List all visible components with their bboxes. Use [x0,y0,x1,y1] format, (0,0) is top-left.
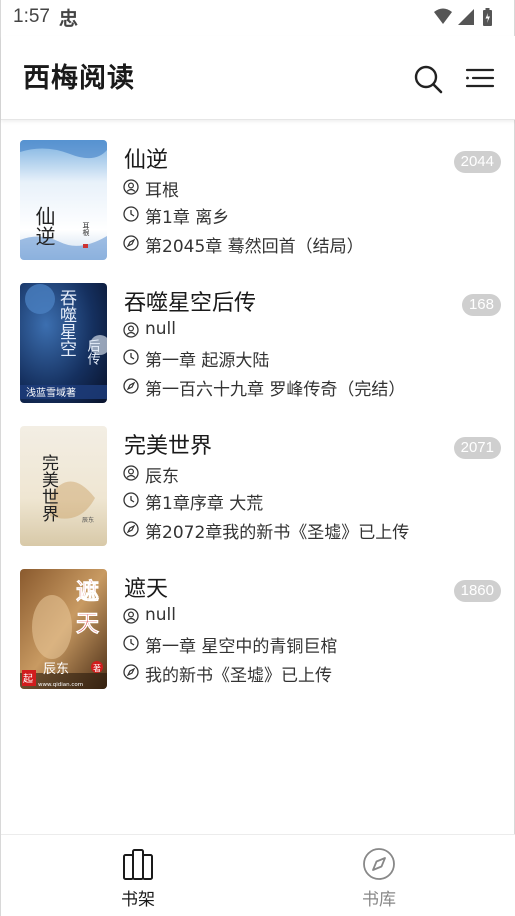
book-latest-chapter: 第2045章 蓦然回首（结局） [145,237,364,257]
app-title: 西梅阅读 [23,63,135,94]
unread-count-badge: 2044 [453,151,501,173]
clock-icon [123,206,139,222]
nav-label-bookshelf: 书架 [121,890,155,910]
book-title: 遮天 [124,577,169,602]
svg-text:耳根: 耳根 [82,222,90,237]
book-item[interactable]: 吞噬星空 后传 浅蓝雪域著 吞噬星空后传 null 第一章 起源大陆 第一百六十… [1,265,515,408]
svg-text:辰东: 辰东 [82,516,94,524]
cover-title: 遮 [76,578,99,605]
book-latest-chapter: 我的新书《圣墟》已上传 [145,666,332,686]
book-latest-chapter: 第2072章我的新书《圣墟》已上传 [145,523,410,543]
cover-title: 完美世界 [38,454,59,522]
clock-icon [123,635,139,651]
book-author: 耳根 [145,181,179,201]
book-item[interactable]: 遮 天 辰东 著 起 www.qidian.com 遮天 null 第一章 星空 [1,551,515,694]
compass-icon [363,848,395,880]
svg-text:www.qidian.com: www.qidian.com [38,682,83,688]
compass-icon [123,521,139,537]
cover-title: 仙逆 [32,206,56,246]
svg-text:天: 天 [76,610,100,637]
app-frame: 1:57 忠 西梅阅读 仙逆 耳根 仙逆 耳根 第1章 离乡 第2045章 蓦然… [0,0,515,916]
svg-text:浅蓝雪域著: 浅蓝雪域著 [26,386,76,399]
status-notification-icon: 忠 [59,8,79,30]
book-author: null [145,605,176,625]
book-cover: 吞噬星空 后传 浅蓝雪域著 [20,283,107,403]
compass-icon [123,664,139,680]
unread-count-badge: 1860 [453,580,501,602]
user-icon [123,322,139,338]
book-author: 辰东 [145,467,179,487]
svg-text:后传: 后传 [85,339,101,365]
book-first-chapter: 第1章 离乡 [145,208,230,228]
book-cover: 完美世界 辰东 [20,426,107,546]
user-icon [123,608,139,624]
book-title: 吞噬星空后传 [124,291,257,316]
book-item[interactable]: 完美世界 辰东 完美世界 辰东 第1章序章 大荒 第2072章我的新书《圣墟》已… [1,408,515,551]
status-icons [434,8,492,26]
cover-title: 吞噬星空 [56,289,77,357]
status-bar: 1:57 忠 [1,0,515,36]
clock-icon [123,492,139,508]
unread-count-badge: 168 [461,294,501,316]
book-cover: 仙逆 耳根 [20,140,107,260]
user-icon [123,179,139,195]
compass-icon [123,235,139,251]
nav-item-library[interactable]: 书库 [319,835,439,916]
user-icon [123,465,139,481]
book-author: null [145,319,176,339]
wifi-icon [434,8,452,24]
book-cover: 遮 天 辰东 著 起 www.qidian.com [20,569,107,689]
book-first-chapter: 第一章 起源大陆 [145,351,270,371]
compass-icon [123,378,139,394]
nav-label-library: 书库 [362,890,396,910]
svg-text:辰东: 辰东 [43,662,69,677]
svg-text:著: 著 [93,663,101,673]
book-title: 完美世界 [124,434,213,459]
search-icon[interactable] [411,62,445,96]
bottom-nav: 书架 书库 [1,834,515,916]
app-bar: 西梅阅读 [1,36,515,120]
signal-icon [458,9,474,25]
clock-icon [123,349,139,365]
bookshelf-icon [123,849,153,880]
book-latest-chapter: 第一百六十九章 罗峰传奇（完结） [145,380,406,400]
menu-icon[interactable] [463,62,497,96]
book-title: 仙逆 [124,148,169,173]
status-time: 1:57 [13,6,50,27]
svg-text:起: 起 [23,673,33,685]
battery-icon [483,8,492,26]
book-first-chapter: 第1章序章 大荒 [145,494,264,514]
book-item[interactable]: 仙逆 耳根 仙逆 耳根 第1章 离乡 第2045章 蓦然回首（结局） 2044 [1,122,515,265]
book-first-chapter: 第一章 星空中的青铜巨棺 [145,637,338,657]
unread-count-badge: 2071 [453,437,501,459]
nav-item-bookshelf[interactable]: 书架 [78,835,198,916]
